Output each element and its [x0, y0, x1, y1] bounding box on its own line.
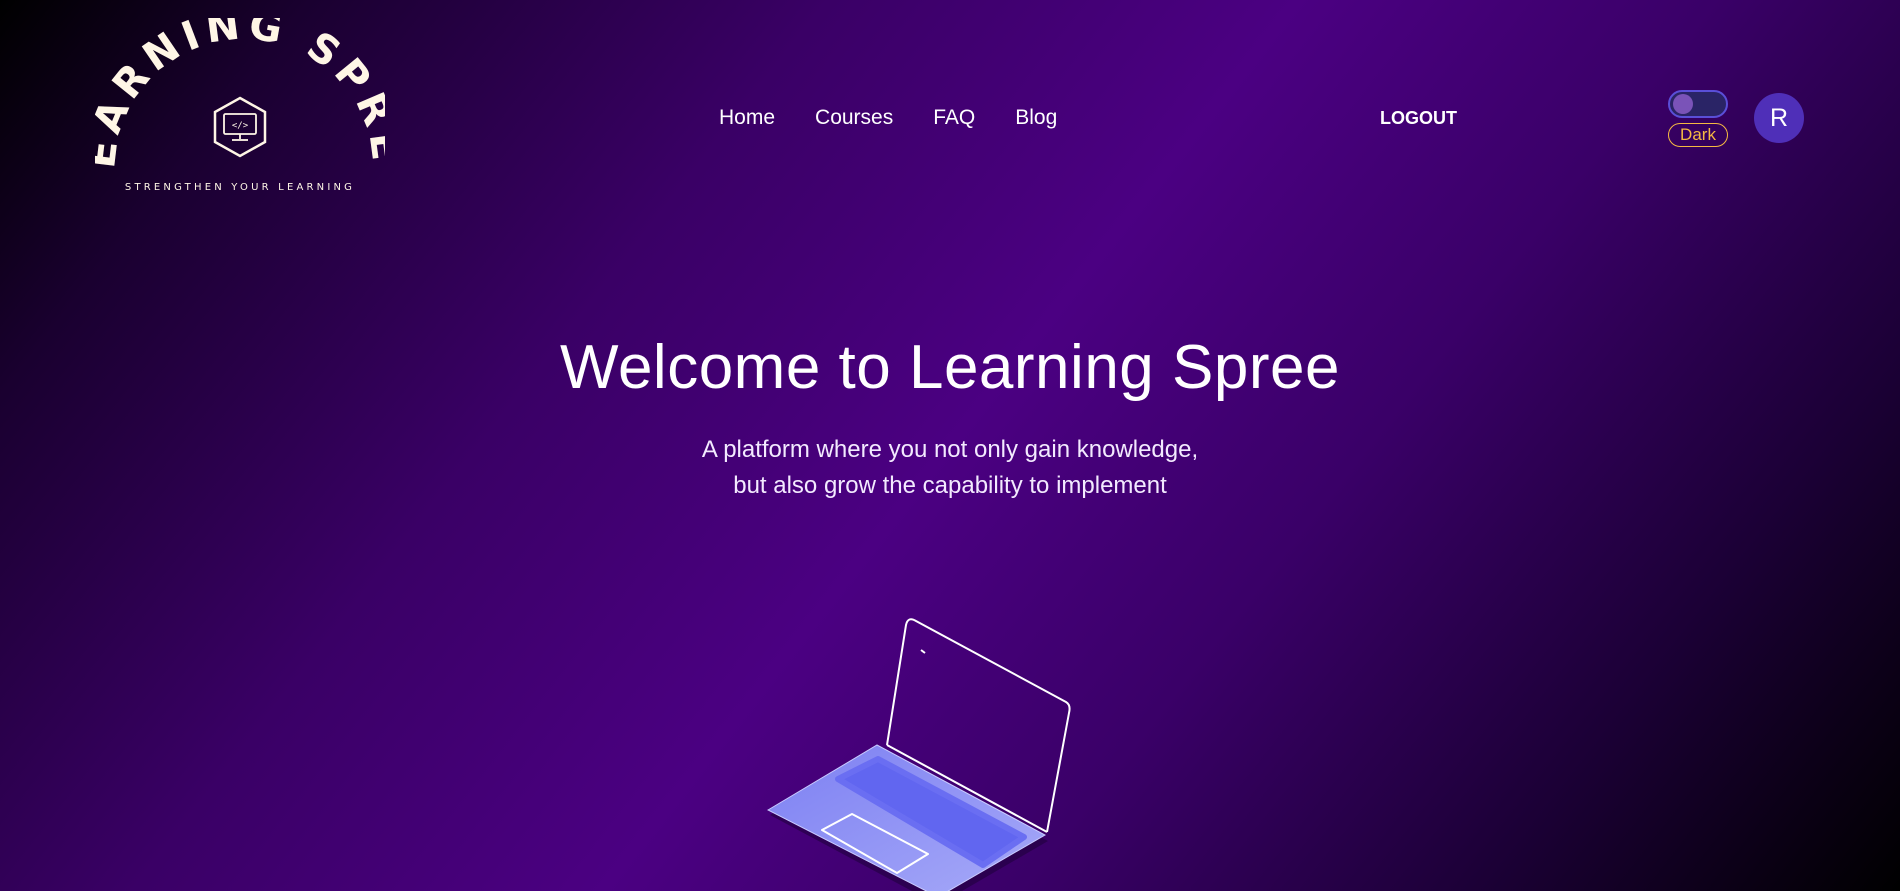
user-avatar[interactable]: R: [1754, 93, 1804, 143]
brand-tagline: STRENGTHEN YOUR LEARNING: [125, 182, 355, 193]
hero-subtitle-line-2: but also grow the capability to implemen…: [733, 472, 1167, 499]
logo-emblem: LEARNING SPREE </> STRENGTHEN YOUR LEARN…: [95, 18, 385, 193]
toggle-knob: [1673, 94, 1693, 114]
nav-courses[interactable]: Courses: [815, 106, 893, 130]
theme-label: Dark: [1668, 123, 1728, 147]
logout-button[interactable]: LOGOUT: [1380, 108, 1457, 129]
svg-text:</>: </>: [232, 121, 249, 131]
hero-title: Welcome to Learning Spree: [560, 333, 1340, 402]
brand-logo[interactable]: LEARNING SPREE </> STRENGTHEN YOUR LEARN…: [95, 18, 385, 198]
theme-toggle[interactable]: [1668, 90, 1728, 118]
hero-subtitle: A platform where you not only gain knowl…: [0, 432, 1900, 504]
hero-subtitle-line-1: A platform where you not only gain knowl…: [701, 436, 1199, 463]
brand-name: LEARNING SPREE: [95, 18, 385, 171]
monitor-code-icon: </>: [213, 96, 267, 158]
nav-faq[interactable]: FAQ: [933, 106, 975, 130]
main-nav: Home Courses FAQ Blog: [719, 106, 1057, 130]
laptop-illustration: [760, 605, 1080, 891]
nav-blog[interactable]: Blog: [1015, 106, 1057, 130]
nav-home[interactable]: Home: [719, 106, 775, 130]
